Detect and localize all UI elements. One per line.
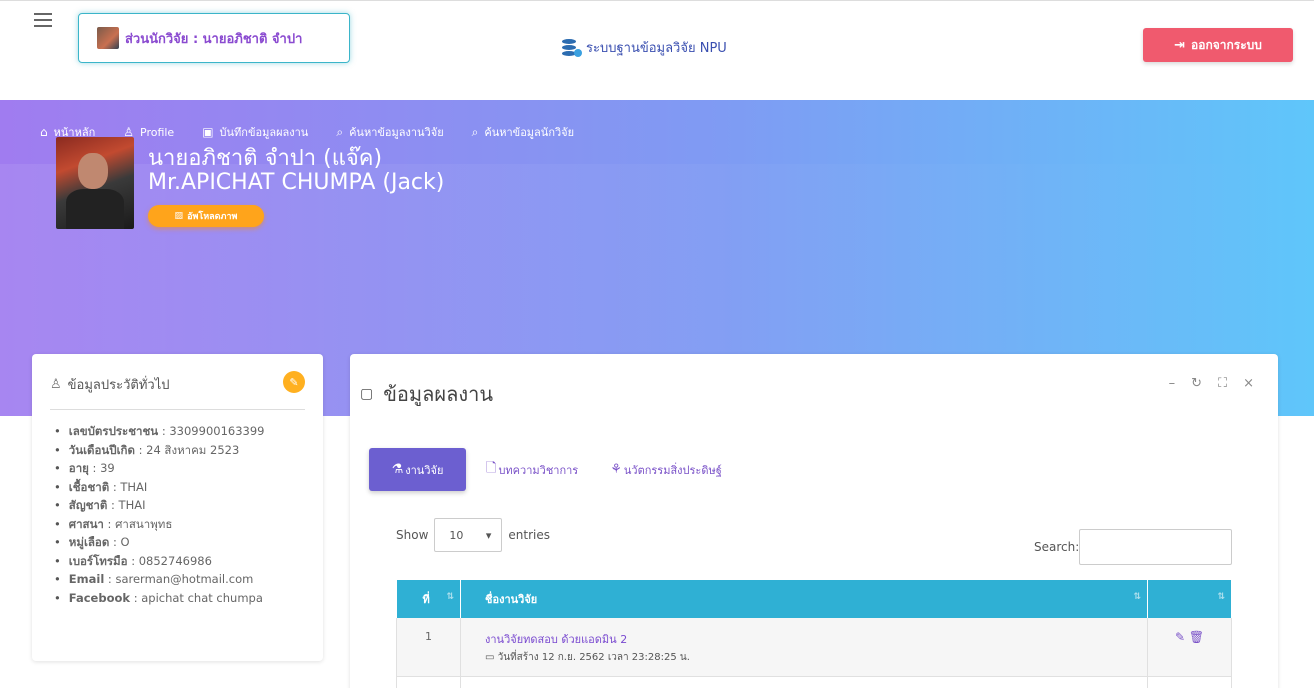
info-row-nationality: สัญชาติ : THAI (50, 496, 305, 515)
trash-icon[interactable]: 🗑 (1189, 630, 1204, 644)
info-row-blood-type: หมู่เลือด : O (50, 533, 305, 552)
refresh-icon[interactable]: ↻ (1191, 376, 1202, 391)
sort-icon: ⇅ (1133, 592, 1141, 602)
award-icon: ⚘ (610, 462, 622, 477)
tab-articles[interactable]: 🗋 บทความวิชาการ (486, 459, 578, 481)
entries-control: Show 10 ▾ entries (396, 518, 550, 552)
nav-item-search-researcher[interactable]: ⌕ ค้นหาข้อมูลนักวิจัย (472, 123, 574, 141)
info-list: เลขบัตรประชาชน : 3309900163399 วันเดือนป… (50, 422, 305, 607)
created-date: ▭ วันที่สร้าง 12 ก.ย. 2562 เวลา 23:28:25… (485, 652, 690, 663)
column-header-no[interactable]: ที่ ⇅ (396, 580, 461, 618)
tab-research[interactable]: ⚗ งานวิจัย (369, 448, 466, 491)
info-row-birthdate: วันเดือนปีเกิด : 24 สิงหาคม 2523 (50, 441, 305, 460)
nav-label: บันทึกข้อมูลผลงาน (219, 126, 309, 139)
user-avatar (97, 27, 119, 49)
info-row-id-card: เลขบัตรประชาชน : 3309900163399 (50, 422, 305, 441)
table-row (396, 676, 1232, 688)
nav-label: ค้นหาข้อมูลงานวิจัย (349, 126, 444, 139)
tab-label: นวัตกรรมสิ่งประดิษฐ์ (623, 463, 722, 477)
logout-button[interactable]: ⇥ ออกจากระบบ (1143, 28, 1293, 62)
panel-tools: – ↻ ⛶ × (1169, 376, 1254, 391)
works-table: ที่ ⇅ ชื่องานวิจัย ⇅ ⇅ 1 งานวิจัยทดสอบ ด้ว… (396, 580, 1232, 688)
research-title-link[interactable]: งานวิจัยทดสอบ ด้วยแอดมิน 2 (461, 618, 1147, 648)
profile-photo (56, 137, 134, 229)
search-icon: ⌕ (336, 124, 344, 139)
fullscreen-icon[interactable]: ⛶ (1218, 376, 1227, 391)
panel-title-text: ข้อมูลผลงาน (383, 382, 493, 406)
column-header-title[interactable]: ชื่องานวิจัย ⇅ (460, 580, 1148, 618)
profile-name-english: Mr.APICHAT CHUMPA (Jack) (148, 170, 445, 195)
sort-icon: ⇅ (1217, 592, 1225, 602)
panel-title: ▢ ข้อมูลผลงาน (360, 378, 493, 410)
show-label: Show (396, 528, 429, 542)
tab-innovations[interactable]: ⚘ นวัตกรรมสิ่งประดิษฐ์ (610, 461, 722, 479)
info-card-title: ข้อมูลประวัติทั่วไป (67, 378, 170, 393)
save-icon: ▣ (202, 125, 214, 139)
info-row-religion: ศาสนา : ศาสนาพุทธ (50, 515, 305, 534)
user-role-label: ส่วนนักวิจัย : นายอภิชาติ จำปา (125, 31, 303, 47)
hamburger-menu-icon[interactable] (34, 13, 52, 27)
general-info-card: ♙ ข้อมูลประวัติทั่วไป ✎ เลขบัตรประชาชน :… (32, 354, 323, 661)
works-panel: ▢ ข้อมูลผลงาน – ↻ ⛶ × ⚗ งานวิจัย 🗋 บทความว… (350, 354, 1278, 688)
top-header: ส่วนนักวิจัย : นายอภิชาติ จำปา ระบบฐานข้… (0, 0, 1314, 100)
logout-label: ออกจากระบบ (1191, 37, 1262, 52)
research-icon: ⚗ (391, 462, 404, 477)
works-tabs: ⚗ งานวิจัย 🗋 บทความวิชาการ ⚘ นวัตกรรมสิ่งปร… (369, 448, 754, 491)
entries-label: entries (508, 528, 550, 542)
info-card-header: ♙ ข้อมูลประวัติทั่วไป (50, 372, 305, 410)
search-label: Search: (1034, 540, 1080, 554)
info-row-ethnicity: เชื้อชาติ : THAI (50, 478, 305, 497)
upload-photo-button[interactable]: ▨ อัพโหลดภาพ (148, 205, 264, 227)
brand[interactable]: ระบบฐานข้อมูลวิจัย NPU (562, 37, 727, 58)
logout-icon: ⇥ (1174, 37, 1186, 53)
document-icon: ▢ (360, 386, 374, 402)
home-icon: ⌂ (40, 125, 48, 139)
info-row-email: Email : sarerman@hotmail.com (50, 570, 305, 589)
close-icon[interactable]: × (1243, 376, 1254, 391)
tab-label: งานวิจัย (405, 463, 444, 477)
nav-label: ค้นหาข้อมูลนักวิจัย (484, 126, 575, 139)
user-icon: ♙ (50, 377, 62, 392)
entries-select[interactable]: 10 ▾ (434, 518, 503, 552)
search-input[interactable] (1079, 529, 1232, 565)
column-header-actions[interactable]: ⇅ (1147, 580, 1232, 618)
file-icon: 🗋 (486, 460, 497, 476)
table-row: 1 งานวิจัยทดสอบ ด้วยแอดมิน 2 ▭ วันที่สร้… (396, 618, 1232, 677)
image-icon: ▨ (174, 211, 184, 221)
nav-label: Profile (140, 125, 175, 139)
row-number: 1 (396, 618, 461, 677)
row-actions: ✎ 🗑 (1147, 618, 1232, 677)
entries-value: 10 (449, 528, 464, 542)
info-row-phone: เบอร์โทรมือ : 0852746986 (50, 552, 305, 571)
brand-title: ระบบฐานข้อมูลวิจัย NPU (586, 41, 727, 56)
chevron-down-icon: ▾ (485, 528, 492, 542)
edit-icon[interactable]: ✎ (1175, 630, 1185, 644)
user-role-box: ส่วนนักวิจัย : นายอภิชาติ จำปา (78, 13, 350, 63)
edit-info-button[interactable]: ✎ (283, 371, 305, 393)
row-title-cell: งานวิจัยทดสอบ ด้วยแอดมิน 2 ▭ วันที่สร้าง… (460, 618, 1148, 677)
calendar-icon: ▭ (485, 652, 498, 663)
database-icon (562, 38, 582, 57)
info-row-age: อายุ : 39 (50, 459, 305, 478)
minimize-icon[interactable]: – (1169, 376, 1176, 391)
upload-label: อัพโหลดภาพ (187, 212, 238, 222)
nav-item-search-research[interactable]: ⌕ ค้นหาข้อมูลงานวิจัย (336, 123, 443, 141)
tab-label: บทความวิชาการ (498, 463, 579, 477)
search-icon: ⌕ (471, 124, 479, 139)
info-row-facebook: Facebook : apichat chat chumpa (50, 589, 305, 608)
edit-icon: ✎ (289, 375, 299, 389)
sort-icon: ⇅ (446, 592, 454, 602)
nav-item-save-work[interactable]: ▣ บันทึกข้อมูลผลงาน (202, 123, 308, 141)
